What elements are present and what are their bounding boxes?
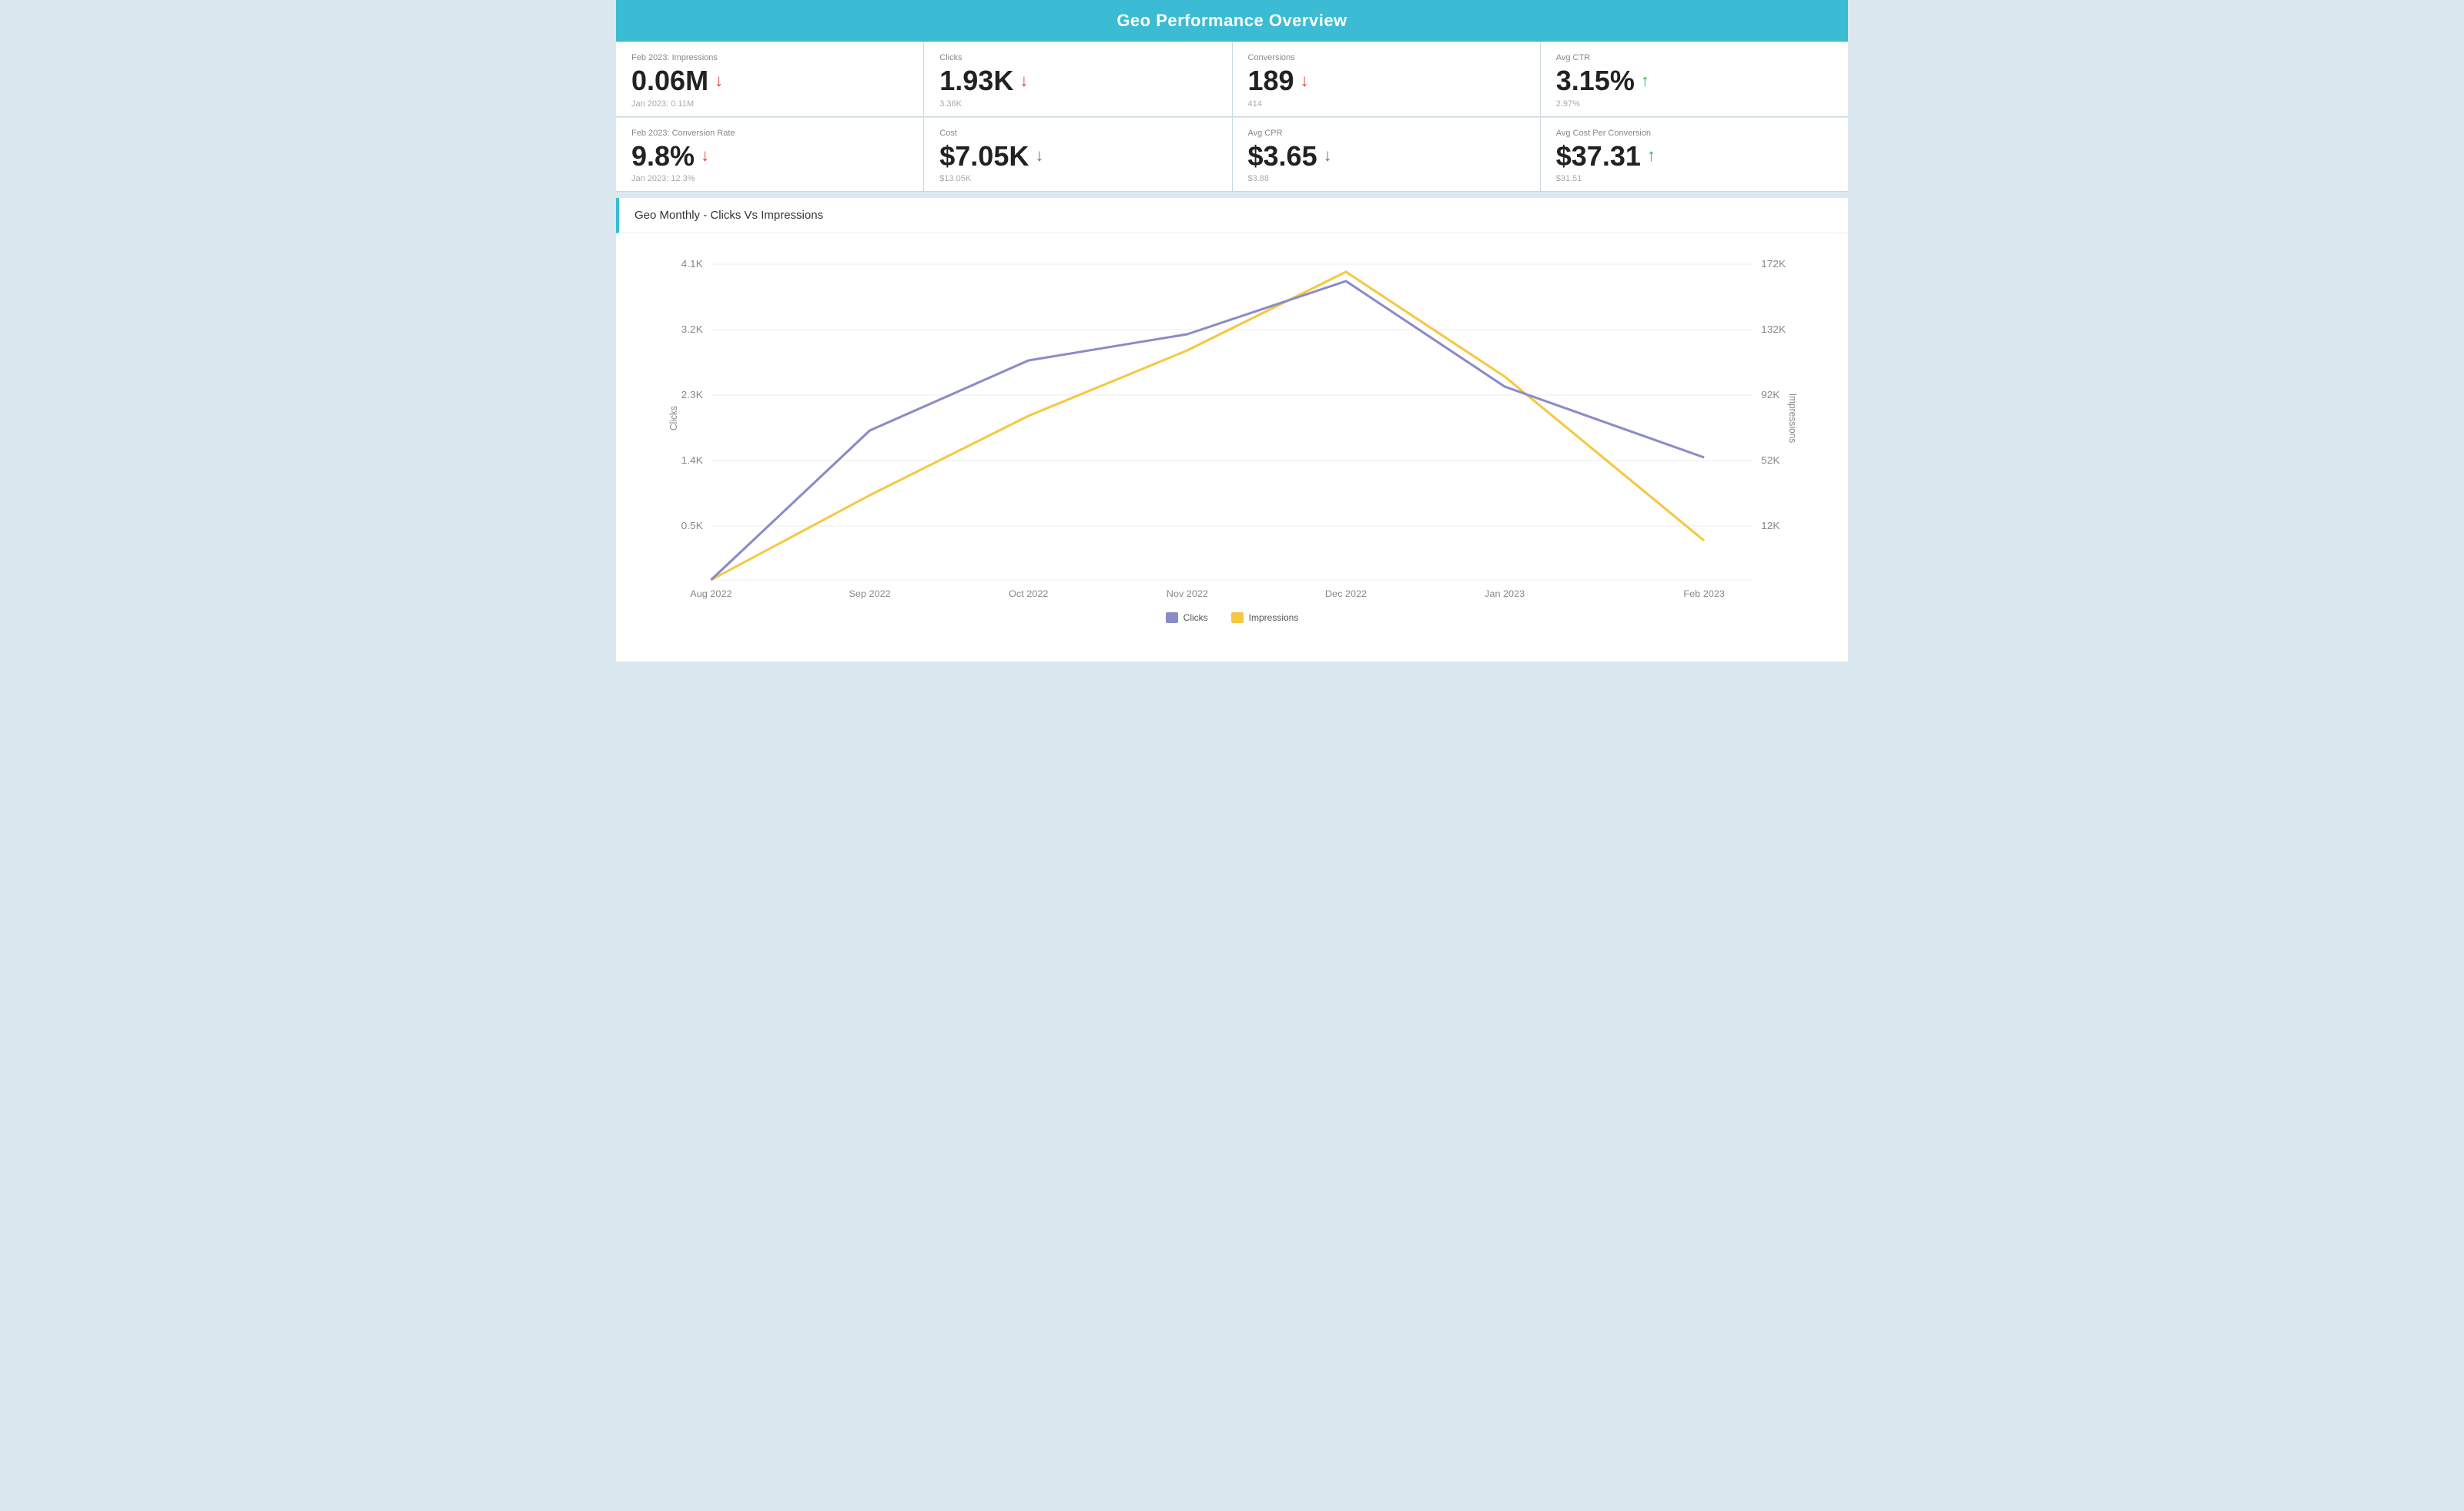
svg-text:1.4K: 1.4K	[681, 455, 703, 467]
metric-clicks-arrow: ↓	[1019, 71, 1028, 91]
chart-legend: Clicks Impressions	[662, 612, 1802, 623]
metric-impressions-label: Feb 2023: Impressions	[631, 53, 908, 62]
svg-text:Clicks: Clicks	[668, 406, 679, 431]
metric-avg-cpr-value: $3.65	[1248, 141, 1317, 172]
metric-avg-cpr-value-row: $3.65 ↓	[1248, 141, 1525, 172]
svg-text:Feb 2023: Feb 2023	[1683, 588, 1725, 599]
dashboard: Geo Performance Overview Feb 2023: Impre…	[616, 0, 1848, 662]
metric-conversions-prev: 414	[1248, 99, 1525, 109]
legend-impressions-box	[1231, 612, 1244, 623]
svg-text:4.1K: 4.1K	[681, 259, 703, 270]
header-title: Geo Performance Overview	[1116, 11, 1347, 30]
metric-impressions-value: 0.06M	[631, 65, 708, 96]
legend-clicks-label: Clicks	[1183, 612, 1208, 623]
metric-impressions-prev: Jan 2023: 0.11M	[631, 99, 908, 109]
metric-avg-ctr-label: Avg CTR	[1556, 53, 1833, 62]
metric-avg-ctr-arrow: ↑	[1641, 71, 1649, 91]
metric-clicks-value-row: 1.93K ↓	[939, 65, 1216, 96]
metric-conversions-value: 189	[1248, 65, 1294, 96]
impressions-line	[711, 272, 1704, 580]
svg-text:Jan 2023: Jan 2023	[1485, 588, 1525, 599]
legend-clicks-box	[1166, 612, 1178, 623]
metric-clicks-label: Clicks	[939, 53, 1216, 62]
metric-avg-cost-per-conv-label: Avg Cost Per Conversion	[1556, 129, 1833, 138]
metric-avg-cpr-arrow: ↓	[1324, 146, 1332, 166]
svg-text:3.2K: 3.2K	[681, 324, 703, 336]
svg-text:Aug 2022: Aug 2022	[690, 588, 732, 599]
legend-impressions-label: Impressions	[1249, 612, 1299, 623]
metric-avg-cpr-prev: $3.88	[1248, 174, 1525, 183]
chart-container: 4.1K 3.2K 2.3K 1.4K 0.5K 172K 132K 92K 5…	[616, 233, 1848, 662]
metric-conv-rate-arrow: ↓	[701, 146, 709, 166]
metric-cost-value-row: $7.05K ↓	[939, 141, 1216, 172]
svg-text:Impressions: Impressions	[1787, 394, 1798, 444]
metric-conv-rate: Feb 2023: Conversion Rate 9.8% ↓ Jan 202…	[616, 118, 923, 192]
svg-text:172K: 172K	[1761, 259, 1786, 270]
clicks-line	[711, 281, 1704, 580]
svg-text:2.3K: 2.3K	[681, 390, 703, 401]
metric-clicks-prev: 3.36K	[939, 99, 1216, 109]
metrics-row-2: Feb 2023: Conversion Rate 9.8% ↓ Jan 202…	[616, 118, 1848, 193]
chart-title-bar: Geo Monthly - Clicks Vs Impressions	[616, 198, 1848, 233]
svg-text:Sep 2022: Sep 2022	[849, 588, 890, 599]
metric-avg-cost-per-conv-value-row: $37.31 ↑	[1556, 141, 1833, 172]
metric-clicks-value: 1.93K	[939, 65, 1013, 96]
metric-impressions: Feb 2023: Impressions 0.06M ↓ Jan 2023: …	[616, 42, 923, 116]
chart-section: Geo Monthly - Clicks Vs Impressions 4.1K…	[616, 198, 1848, 662]
metric-conversions-label: Conversions	[1248, 53, 1525, 62]
metric-conversions-arrow: ↓	[1301, 71, 1309, 91]
svg-text:Dec 2022: Dec 2022	[1325, 588, 1367, 599]
svg-text:0.5K: 0.5K	[681, 521, 703, 532]
metric-cost-value: $7.05K	[939, 141, 1029, 172]
metric-avg-cost-per-conv: Avg Cost Per Conversion $37.31 ↑ $31.51	[1541, 118, 1848, 192]
metric-cost-prev: $13.05K	[939, 174, 1216, 183]
metric-avg-ctr-value: 3.15%	[1556, 65, 1635, 96]
metric-conversions-value-row: 189 ↓	[1248, 65, 1525, 96]
metric-avg-cost-per-conv-prev: $31.51	[1556, 174, 1833, 183]
metric-avg-ctr: Avg CTR 3.15% ↑ 2.97%	[1541, 42, 1848, 116]
dashboard-header: Geo Performance Overview	[616, 0, 1848, 42]
svg-text:Oct 2022: Oct 2022	[1009, 588, 1049, 599]
legend-clicks: Clicks	[1166, 612, 1208, 623]
metric-conversions: Conversions 189 ↓ 414	[1233, 42, 1540, 116]
svg-text:92K: 92K	[1761, 390, 1780, 401]
metric-cost: Cost $7.05K ↓ $13.05K	[924, 118, 1231, 192]
metric-impressions-arrow: ↓	[715, 71, 723, 91]
metric-impressions-value-row: 0.06M ↓	[631, 65, 908, 96]
metric-avg-cpr: Avg CPR $3.65 ↓ $3.88	[1233, 118, 1540, 192]
svg-text:132K: 132K	[1761, 324, 1786, 336]
legend-impressions: Impressions	[1231, 612, 1299, 623]
metric-conv-rate-value-row: 9.8% ↓	[631, 141, 908, 172]
metric-conv-rate-prev: Jan 2023: 12.3%	[631, 174, 908, 183]
svg-text:52K: 52K	[1761, 455, 1780, 467]
metrics-row-1: Feb 2023: Impressions 0.06M ↓ Jan 2023: …	[616, 42, 1848, 117]
metric-avg-cost-per-conv-value: $37.31	[1556, 141, 1641, 172]
metric-conv-rate-value: 9.8%	[631, 141, 695, 172]
svg-text:12K: 12K	[1761, 521, 1780, 532]
metric-avg-cost-per-conv-arrow: ↑	[1647, 146, 1656, 166]
main-chart-svg: 4.1K 3.2K 2.3K 1.4K 0.5K 172K 132K 92K 5…	[662, 249, 1802, 603]
chart-area: 4.1K 3.2K 2.3K 1.4K 0.5K 172K 132K 92K 5…	[662, 249, 1802, 603]
metric-cost-arrow: ↓	[1035, 146, 1043, 166]
metric-avg-ctr-prev: 2.97%	[1556, 99, 1833, 109]
svg-text:Nov 2022: Nov 2022	[1167, 588, 1208, 599]
metric-avg-ctr-value-row: 3.15% ↑	[1556, 65, 1833, 96]
metric-conv-rate-label: Feb 2023: Conversion Rate	[631, 129, 908, 138]
metric-avg-cpr-label: Avg CPR	[1248, 129, 1525, 138]
chart-title: Geo Monthly - Clicks Vs Impressions	[634, 209, 823, 222]
metric-clicks: Clicks 1.93K ↓ 3.36K	[924, 42, 1231, 116]
metric-cost-label: Cost	[939, 129, 1216, 138]
